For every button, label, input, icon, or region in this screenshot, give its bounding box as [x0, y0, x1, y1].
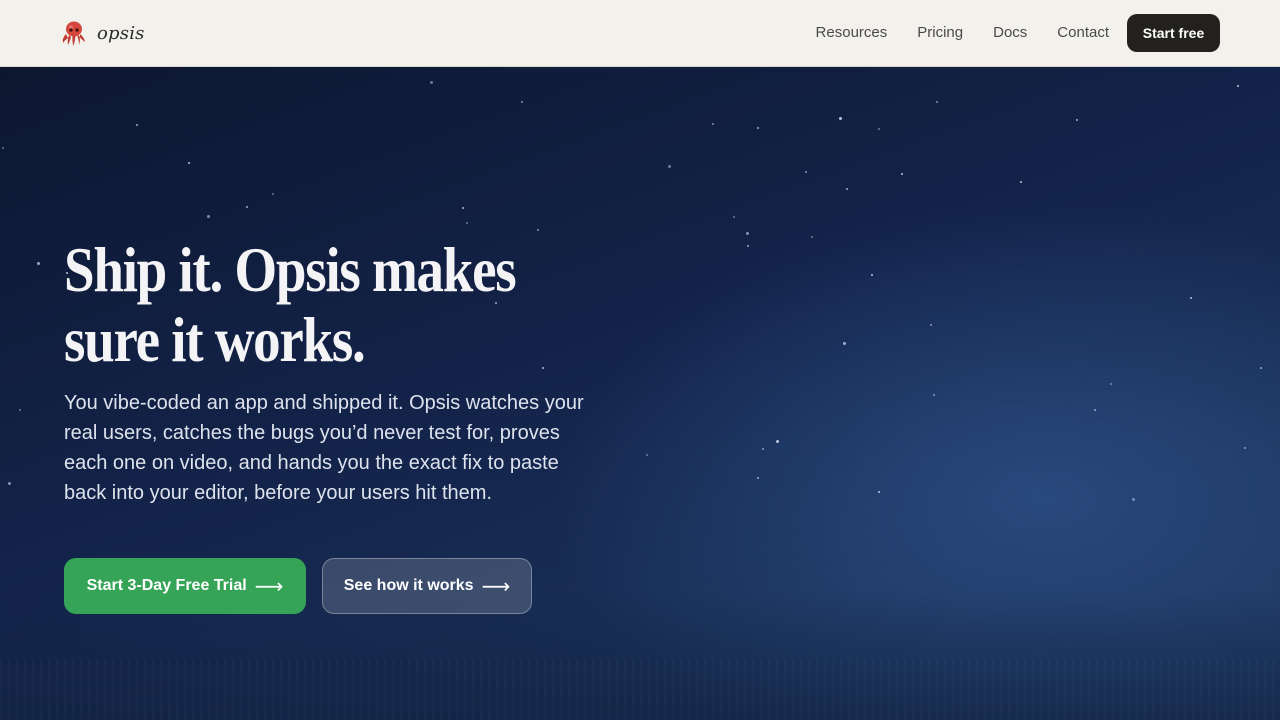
star	[521, 101, 523, 103]
brand-logo[interactable]: opsis	[60, 18, 145, 48]
star	[871, 274, 873, 276]
star	[805, 171, 807, 173]
star	[757, 477, 759, 479]
star	[1094, 409, 1096, 411]
star	[37, 262, 40, 265]
hero-headline: Ship it. Opsis makes sure it works.	[64, 235, 546, 375]
arrow-right-icon: ⟶	[254, 574, 284, 598]
hero-bottom-texture	[0, 660, 1280, 720]
start-trial-label: Start 3-Day Free Trial	[86, 577, 247, 594]
star	[901, 173, 903, 175]
star	[1244, 447, 1246, 449]
hero-subcopy: You vibe-coded an app and shipped it. Op…	[64, 392, 584, 504]
star	[2, 147, 4, 149]
star	[733, 216, 735, 218]
star	[843, 342, 846, 345]
star	[1132, 498, 1135, 501]
star	[757, 127, 759, 129]
star	[878, 491, 880, 493]
start-free-button[interactable]: Start free	[1127, 14, 1220, 52]
star	[1190, 297, 1192, 299]
star	[936, 101, 938, 103]
star	[430, 81, 433, 84]
nav-link-pricing[interactable]: Pricing	[917, 24, 963, 42]
nav-links: Resources Pricing Docs Contact	[816, 24, 1109, 42]
nav-link-contact[interactable]: Contact	[1057, 24, 1109, 42]
arrow-right-icon: ⟶	[481, 574, 511, 598]
star	[136, 124, 138, 126]
star	[1076, 119, 1078, 121]
star	[1260, 367, 1262, 369]
brand-name: opsis	[97, 22, 145, 44]
star	[207, 215, 210, 218]
star	[188, 162, 190, 164]
hero-headline-line-2: sure it works.	[64, 304, 366, 375]
hero-headline-line-1: Ship it. Opsis makes	[64, 234, 517, 305]
star	[839, 117, 842, 120]
star	[246, 206, 248, 208]
start-trial-button[interactable]: Start 3-Day Free Trial ⟶	[64, 558, 306, 614]
star	[712, 123, 714, 125]
see-how-it-works-button[interactable]: See how it works ⟶	[322, 558, 532, 614]
star	[668, 165, 671, 168]
star	[747, 245, 749, 247]
top-navbar: opsis Resources Pricing Docs Contact Sta…	[0, 0, 1280, 67]
star	[846, 188, 848, 190]
star	[19, 409, 21, 411]
star	[878, 128, 880, 130]
star	[811, 236, 813, 238]
star	[8, 482, 11, 485]
octopus-icon	[62, 21, 85, 46]
star	[1110, 383, 1112, 385]
star	[746, 232, 749, 235]
nav-link-resources[interactable]: Resources	[816, 24, 888, 42]
star	[537, 229, 539, 231]
star	[462, 207, 464, 209]
star	[466, 222, 468, 224]
star	[933, 394, 935, 396]
star	[930, 324, 932, 326]
see-how-it-works-label: See how it works	[343, 577, 474, 594]
hero-section: Ship it. Opsis makes sure it works. You …	[0, 67, 1280, 720]
star	[646, 454, 648, 456]
star	[1237, 85, 1239, 87]
star	[272, 193, 274, 195]
star	[1020, 181, 1022, 183]
nav-link-docs[interactable]: Docs	[993, 24, 1027, 42]
star	[762, 448, 764, 450]
star	[776, 440, 779, 443]
